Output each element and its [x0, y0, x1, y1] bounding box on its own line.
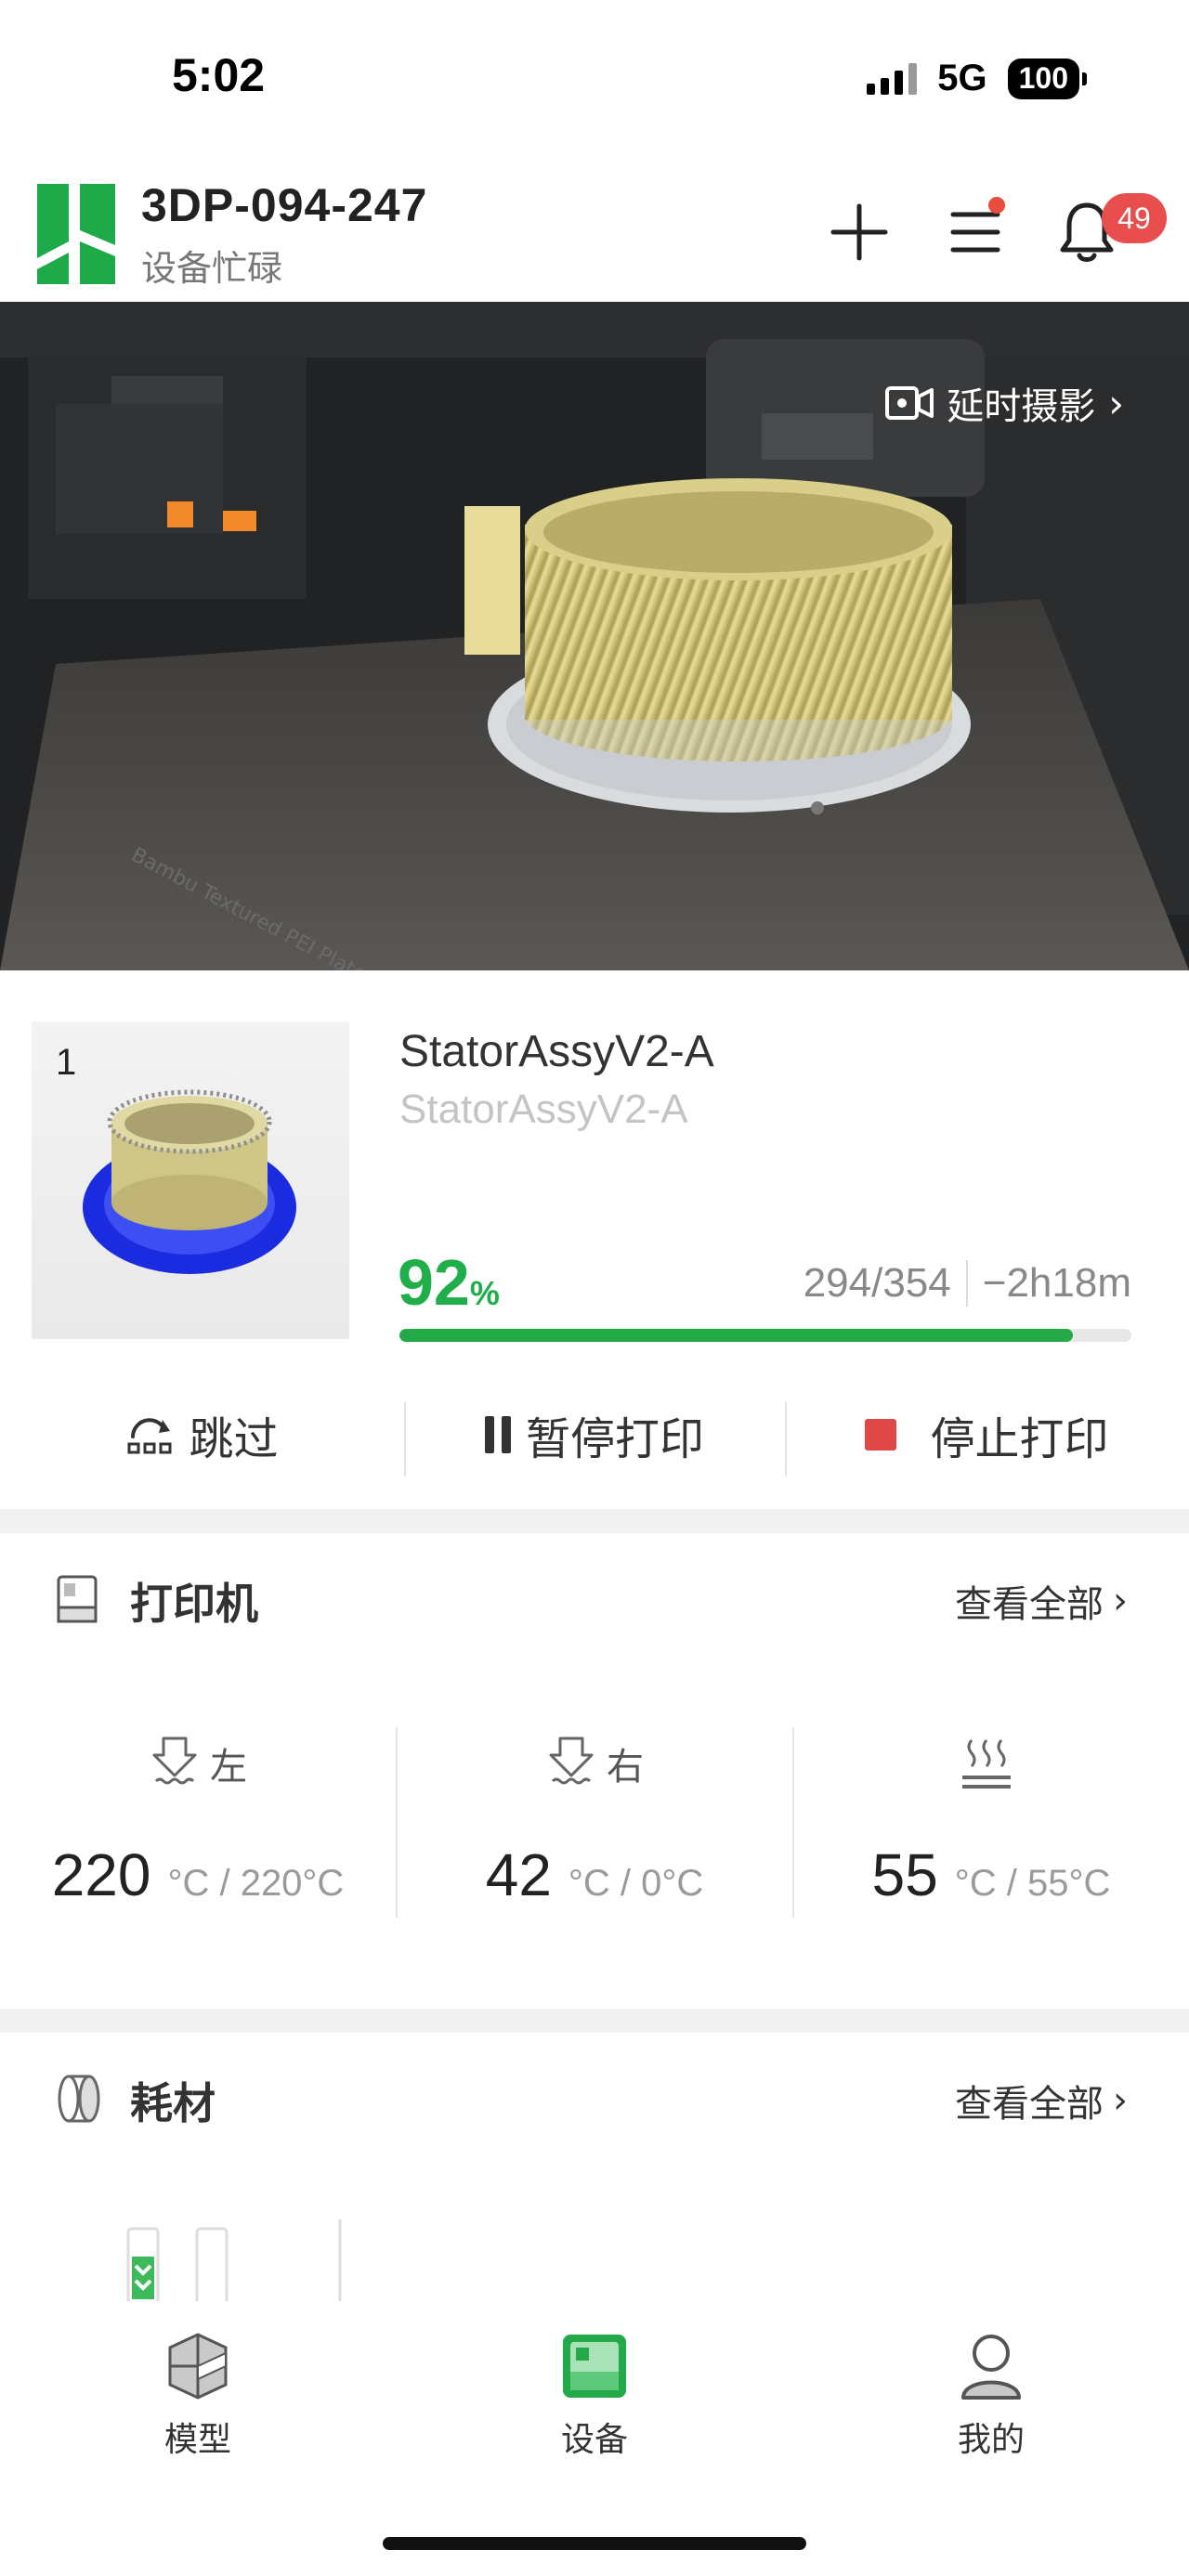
progress-bar: [399, 1329, 1131, 1342]
progress-info: 294/354 −2h18m: [804, 1260, 1131, 1307]
video-camera-icon: [885, 386, 934, 420]
skip-label: 跳过: [189, 1413, 279, 1465]
job-subtitle: StatorAssyV2-A: [399, 1086, 688, 1132]
timelapse-button[interactable]: 延时摄影 ›: [885, 376, 1124, 430]
notification-badge: 49: [1102, 193, 1167, 243]
stop-print-button[interactable]: 停止打印: [785, 1384, 1189, 1486]
spool-icon: [58, 2075, 100, 2123]
right-nozzle-label: 右: [607, 1746, 644, 1789]
menu-unread-dot: [988, 197, 1005, 214]
model-preview-icon: [83, 1089, 296, 1274]
layer-count: 294/354: [803, 1260, 951, 1306]
nozzle-icon: [549, 1737, 594, 1785]
printer-icon: [57, 1575, 98, 1623]
plus-icon: [830, 203, 888, 261]
signal-icon: [867, 62, 918, 95]
timelapse-label: 延时摄影: [947, 385, 1096, 428]
network-type: 5G: [937, 58, 987, 98]
battery-level: 100: [1007, 58, 1079, 99]
heatbed-icon: [962, 1739, 1011, 1789]
right-nozzle-current: 42: [485, 1841, 552, 1908]
printer-view-all-link[interactable]: 查看全部 ›: [955, 1574, 1128, 1628]
section-separator: [0, 1509, 1189, 1533]
device-icon: [563, 2335, 626, 2398]
pause-icon: [484, 1416, 511, 1453]
divider: [792, 1727, 794, 1918]
cubes-icon: [168, 2333, 228, 2400]
progress-percent-value: 92: [398, 1246, 470, 1319]
device-name[interactable]: 3DP-094-247: [141, 178, 427, 232]
bambu-logo-icon: [37, 184, 115, 284]
right-nozzle-temp[interactable]: 右 42 °C / 0°C: [397, 1727, 792, 1922]
chevron-right-icon: ›: [1113, 2079, 1128, 2122]
menu-icon: [950, 212, 1000, 253]
section-separator: [0, 2009, 1189, 2033]
status-bar: 5:02 5G 100: [0, 0, 1189, 158]
notifications-button[interactable]: 49: [1050, 193, 1167, 269]
camera-live-view[interactable]: Bambu Textured PEI Plate 延时摄影 ›: [0, 302, 1189, 970]
right-nozzle-target: °C / 0°C: [568, 1863, 704, 1904]
progress-percent: 92%: [398, 1245, 500, 1320]
time-remaining: −2h18m: [982, 1260, 1131, 1306]
stop-label: 停止打印: [930, 1413, 1109, 1465]
filament-slots: [0, 2210, 1189, 2305]
nav-devices[interactable]: 设备: [502, 2329, 687, 2461]
menu-button[interactable]: [938, 195, 1013, 269]
battery-icon: 100: [1007, 58, 1087, 99]
chevron-right-icon: ›: [1113, 1580, 1128, 1622]
left-nozzle-current: 220: [51, 1841, 151, 1908]
add-device-button[interactable]: [822, 195, 896, 269]
filament-view-all-label: 查看全部: [955, 2083, 1104, 2126]
bed-current: 55: [871, 1841, 938, 1908]
home-indicator: [383, 2537, 806, 2550]
left-nozzle-label: 左: [210, 1746, 247, 1789]
nav-profile-label: 我的: [957, 2421, 1025, 2459]
progress-percent-unit: %: [469, 1274, 500, 1312]
chevron-right-icon: ›: [1108, 380, 1124, 426]
nav-profile[interactable]: 我的: [898, 2329, 1084, 2461]
nav-devices-label: 设备: [560, 2421, 628, 2459]
left-nozzle-temp[interactable]: 左 220 °C / 220°C: [0, 1727, 396, 1922]
bottom-navigation: 模型 设备 我的: [0, 2301, 1189, 2576]
status-time: 5:02: [172, 49, 266, 101]
filament-card-header: 耗材 查看全部 ›: [0, 2033, 1189, 2163]
skip-objects-button[interactable]: 跳过: [0, 1384, 404, 1486]
filament-card-title: 耗材: [130, 2078, 216, 2128]
device-header: 3DP-094-247 设备忙碌 49: [0, 167, 1189, 302]
left-nozzle-target: °C / 220°C: [167, 1863, 345, 1904]
status-indicators: 5G 100: [867, 58, 1087, 99]
filament-slot-icons: [126, 2219, 342, 2305]
bed-temp[interactable]: 55 °C / 55°C: [793, 1727, 1189, 1922]
nozzle-icon: [152, 1737, 197, 1785]
skip-icon: [127, 1418, 172, 1454]
user-icon: [961, 2335, 1021, 2400]
nav-models[interactable]: 模型: [105, 2329, 291, 2461]
device-status: 设备忙碌: [141, 248, 283, 289]
plate-thumbnail[interactable]: 1: [32, 1021, 349, 1339]
nav-models-label: 模型: [163, 2421, 231, 2459]
filament-view-all-link[interactable]: 查看全部 ›: [955, 2074, 1128, 2127]
printer-view-all-label: 查看全部: [955, 1583, 1104, 1626]
divider: [396, 1727, 398, 1918]
job-actions: 跳过 暂停打印 停止打印: [0, 1384, 1189, 1486]
printer-card-header: 打印机 查看全部 ›: [0, 1533, 1189, 1663]
temperature-readouts: 左 220 °C / 220°C 右 42 °C / 0°C 55 °C / 5…: [0, 1727, 1189, 1922]
print-job-panel: 1 StatorAssyV2-A StatorAssyV2-A 92% 294/…: [0, 970, 1189, 1509]
pause-print-button[interactable]: 暂停打印: [404, 1384, 785, 1486]
stop-icon: [865, 1419, 897, 1451]
pause-label: 暂停打印: [525, 1413, 704, 1465]
bed-target: °C / 55°C: [954, 1863, 1111, 1904]
plate-number: 1: [56, 1042, 77, 1083]
progress-bar-fill: [399, 1329, 1073, 1342]
printer-card-title: 打印机: [130, 1579, 258, 1629]
job-title: StatorAssyV2-A: [399, 1027, 714, 1076]
